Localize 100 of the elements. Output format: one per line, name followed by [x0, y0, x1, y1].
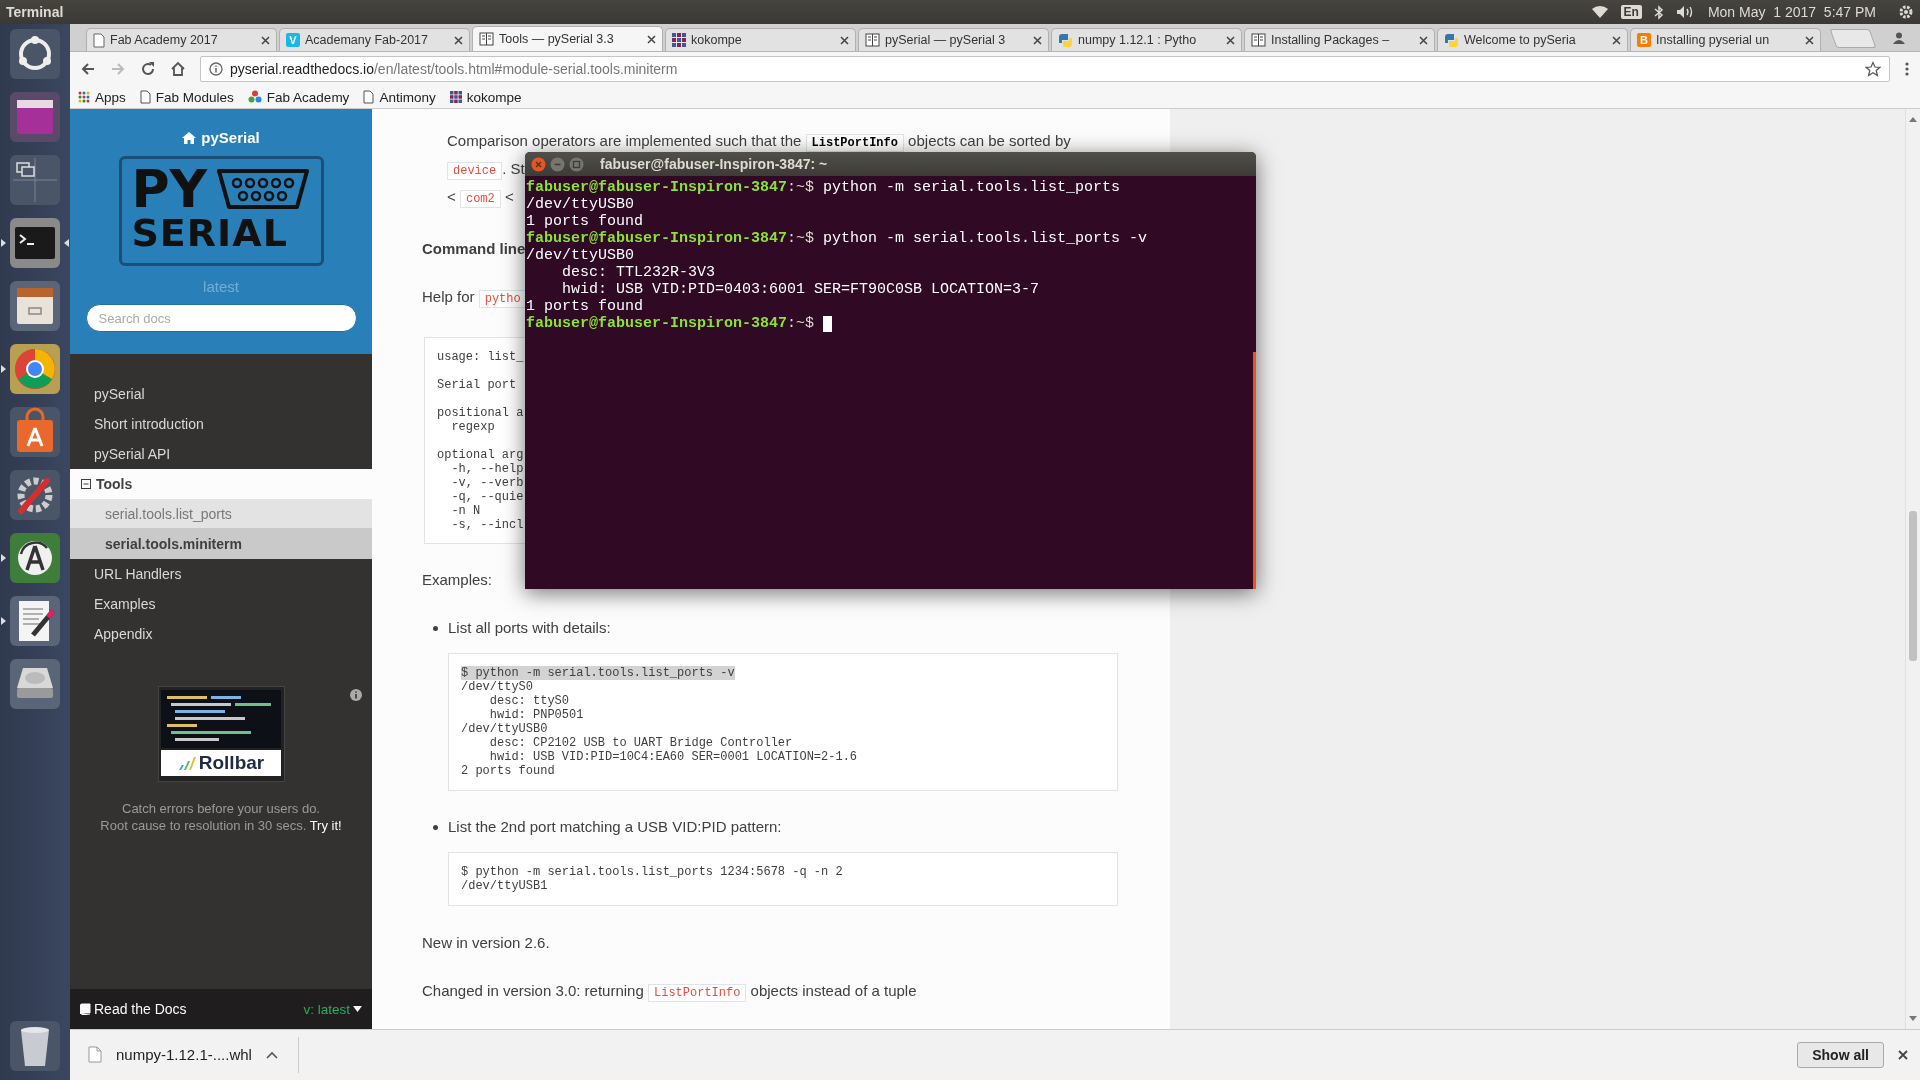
nav-subitem[interactable]: serial.tools.miniterm	[70, 529, 372, 559]
close-icon[interactable]	[840, 35, 849, 45]
nav-item[interactable]: pySerial API	[70, 439, 372, 469]
nav-item[interactable]: Appendix	[70, 619, 372, 649]
workspaces-icon[interactable]	[9, 154, 61, 206]
book-icon	[1251, 33, 1266, 47]
download-item[interactable]: numpy-1.12.1-....whl	[88, 1036, 299, 1073]
browser-tab[interactable]: kokompe	[665, 28, 856, 51]
back-icon[interactable]	[80, 61, 96, 77]
browser-tab[interactable]: B Installing pyserial un	[1630, 28, 1821, 51]
terminal-output: /dev/ttyUSB0	[526, 247, 635, 264]
bluetooth-icon[interactable]	[1653, 4, 1664, 20]
maximize-icon[interactable]	[569, 156, 584, 172]
terminal-output: 1 ports found	[526, 298, 644, 315]
info-icon[interactable]	[209, 62, 223, 76]
settings-icon[interactable]	[1898, 4, 1914, 20]
user-icon[interactable]	[1892, 31, 1906, 45]
info-icon[interactable]	[350, 689, 362, 701]
scroll-thumb[interactable]	[1909, 511, 1917, 661]
close-icon[interactable]	[1612, 35, 1621, 45]
nav-item[interactable]: Tools	[70, 469, 372, 499]
window-icon[interactable]	[9, 91, 61, 143]
nav-item[interactable]: URL Handlers	[70, 559, 372, 589]
terminal-icon[interactable]	[9, 217, 61, 269]
cabinet-icon[interactable]	[9, 280, 61, 332]
list-item: List the 2nd port matching a USB VID:PID pattern:	[448, 817, 782, 837]
bookmark[interactable]: Fab Academy	[247, 89, 350, 105]
browser-icon[interactable]	[9, 343, 61, 395]
text-editor-icon[interactable]	[9, 595, 61, 647]
close-icon[interactable]	[1419, 35, 1428, 45]
read-the-docs-link[interactable]: Read the Docs	[80, 1001, 187, 1017]
paragraph: Examples:	[422, 570, 494, 590]
close-icon[interactable]	[1898, 1049, 1908, 1060]
close-icon[interactable]	[647, 34, 656, 44]
terminal-output: hwid: USB VID:PID=0403:6001 SER=FT90C0SB LOCATION=3-7	[561, 281, 1040, 298]
nav-item[interactable]: Examples	[70, 589, 372, 619]
code-line: desc: CP2102 USB to UART Bridge Controller	[488, 736, 793, 750]
home-icon[interactable]	[170, 61, 186, 77]
window-title: fabuser@fabuser-Inspiron-3847: ~	[600, 156, 828, 172]
code-line: /dev/ttyS0	[461, 680, 533, 694]
close-icon[interactable]	[1805, 35, 1814, 45]
app-name: Terminal	[6, 4, 64, 20]
code-line: /dev/ttyUSB0	[461, 722, 548, 736]
clock[interactable]: Mon May 1 2017 5:47 PM	[1707, 4, 1876, 20]
nav-item[interactable]: pySerial	[70, 379, 372, 409]
scroll-down-icon[interactable]	[1909, 1016, 1917, 1021]
browser-tab[interactable]: numpy 1.12.1 : Pytho	[1051, 28, 1242, 51]
bookmark[interactable]: Apps	[78, 89, 126, 105]
code-line: hwid: PNP0501	[488, 708, 584, 722]
paragraph: Changed in version 3.0: returning ListPortInfo objects instead of a tuple	[422, 981, 918, 1004]
trash-icon[interactable]	[9, 1020, 61, 1072]
code-line: hwid: USB VID:PID=10C4:EA60 SER=0001 LOCATION=2-1.6	[488, 750, 858, 764]
keyboard-indicator[interactable]: En	[1620, 5, 1642, 19]
nav-item[interactable]: Short introduction	[70, 409, 372, 439]
terminal-line: fabuser@fabuser-Inspiron-3847:~$ python -m serial.tools.list_ports -v	[526, 230, 1148, 247]
close-icon[interactable]	[454, 35, 463, 45]
browser-tab[interactable]: pySerial — pySerial 3	[858, 28, 1049, 51]
version-dropdown[interactable]: v: latest	[303, 1001, 362, 1017]
bookmark[interactable]: Fab Modules	[139, 89, 234, 105]
browser-tab[interactable]: Welcome to pySeria	[1437, 28, 1628, 51]
close-icon[interactable]	[1226, 35, 1235, 45]
settings-icon[interactable]	[9, 469, 61, 521]
bullet-icon	[433, 625, 438, 631]
code-line: $ python -m serial.tools.list_ports 1234:5678 -q -n 2	[461, 865, 843, 879]
disk-drive-icon[interactable]	[9, 658, 61, 710]
page-icon	[363, 90, 375, 104]
close-icon[interactable]	[1033, 35, 1042, 45]
bookmark[interactable]: Antimony	[363, 89, 436, 105]
close-icon[interactable]	[261, 35, 270, 45]
book-icon	[479, 32, 494, 46]
grid-icon	[449, 91, 462, 103]
site-logo-icon: B	[1637, 33, 1651, 47]
menu-icon[interactable]	[1904, 61, 1910, 77]
scrollbar[interactable]	[1905, 109, 1920, 1029]
browser-tab[interactable]: Fab Academy 2017	[86, 28, 277, 51]
home-link[interactable]: pySerial	[182, 129, 260, 146]
reload-icon[interactable]	[140, 61, 156, 77]
section-heading: Command line	[422, 239, 526, 259]
show-all-button[interactable]: Show all	[1797, 1041, 1884, 1068]
star-icon[interactable]	[1865, 61, 1881, 77]
scroll-up-icon[interactable]	[1909, 117, 1917, 122]
wifi-icon[interactable]	[1590, 5, 1609, 19]
terminal-output: 1 ports found	[526, 213, 644, 230]
code-line: /dev/ttyUSB1	[461, 879, 548, 893]
logo-text: SERIAL	[131, 213, 289, 253]
page-icon	[93, 32, 105, 48]
nav-subitem[interactable]: serial.tools.list_ports	[70, 499, 372, 529]
search-field[interactable]: Search docs	[85, 304, 357, 332]
address-bar[interactable]: pyserial.readthedocs.io/en/latest/tools.html#module-serial.tools.miniterm	[200, 56, 1890, 82]
dash-icon[interactable]	[9, 28, 61, 80]
shopping-bag-icon[interactable]	[9, 406, 61, 458]
browser-tab[interactable]: V Academany Fab-2017	[279, 28, 470, 51]
browser-tab[interactable]: Installing Packages –	[1244, 28, 1435, 51]
collapse-icon[interactable]	[81, 479, 91, 489]
bookmark[interactable]: kokompe	[449, 89, 522, 105]
browser-tab[interactable]: Tools — pySerial 3.3	[472, 26, 663, 51]
caret-up-icon[interactable]	[265, 1050, 278, 1059]
ad-link[interactable]: Try it!	[309, 818, 342, 833]
logo-text: PY	[131, 165, 208, 213]
ad-banner[interactable]: Rollbar	[157, 686, 285, 782]
